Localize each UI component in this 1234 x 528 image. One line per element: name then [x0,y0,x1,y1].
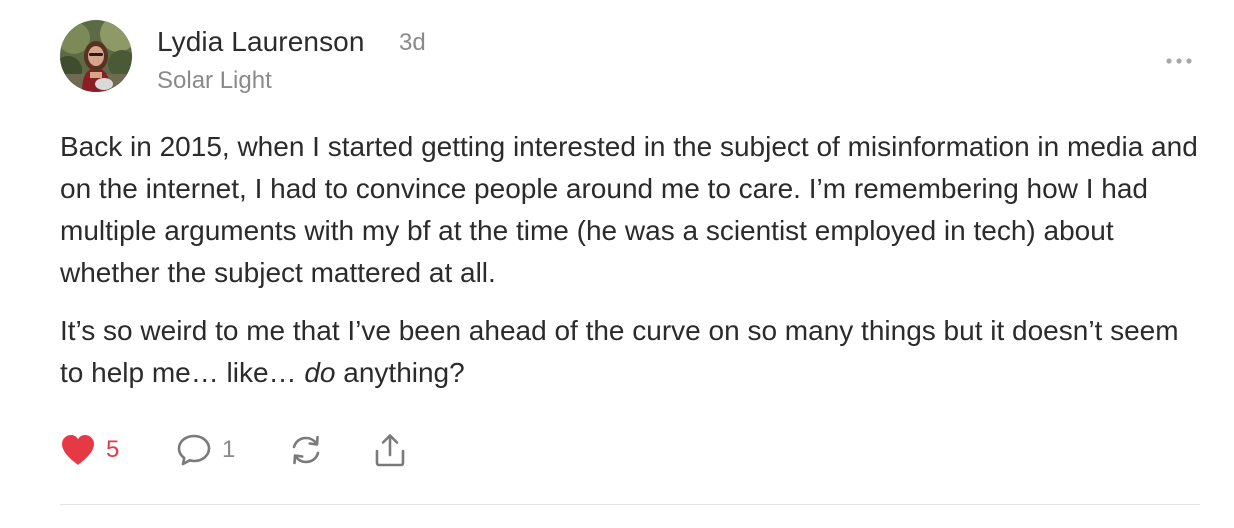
emphasis-text: do [304,357,336,388]
paragraph-text: anything? [335,357,465,388]
author-name[interactable]: Lydia Laurenson [157,26,365,58]
like-count: 5 [106,436,120,463]
post-paragraph: It’s so weird to me that I’ve been ahead… [60,310,1200,394]
paragraph-text: It’s so weird to me that I’ve been ahead… [60,315,1179,388]
more-horizontal-icon [1166,58,1192,64]
share-button[interactable] [372,432,408,468]
profile-photo [60,20,132,92]
like-button[interactable]: 5 [60,434,176,466]
action-bar: 5 1 [60,430,408,470]
post-body: Back in 2015, when I started getting int… [60,126,1200,410]
publication-name[interactable]: Solar Light [157,67,272,95]
heart-icon [62,435,94,465]
more-options-button[interactable] [1158,50,1200,72]
share-icon [375,434,405,467]
author-avatar[interactable] [60,20,132,92]
comment-icon [177,434,211,466]
post-timestamp[interactable]: 3d [399,29,426,57]
comment-button[interactable]: 1 [176,433,288,467]
restack-icon [292,435,320,465]
comment-count: 1 [222,436,236,463]
divider [60,504,1200,505]
post-paragraph: Back in 2015, when I started getting int… [60,131,1198,288]
restack-button[interactable] [288,433,372,467]
note-post: Lydia Laurenson 3d Solar Light Back in 2… [0,0,1234,528]
